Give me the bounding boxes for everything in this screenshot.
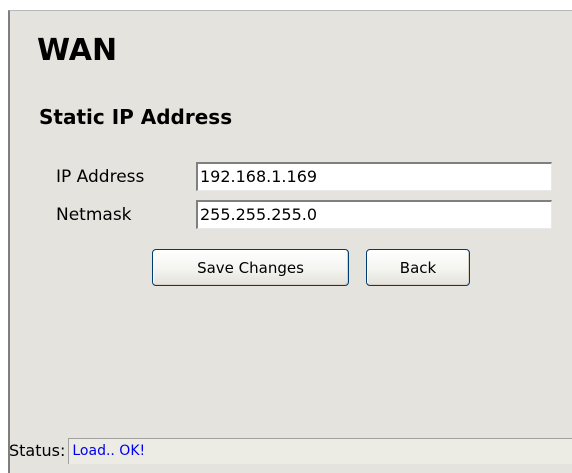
back-button[interactable]: Back xyxy=(366,249,470,286)
netmask-label: Netmask xyxy=(56,205,132,225)
status-value: Load.. OK! xyxy=(68,438,572,464)
wan-config-panel xyxy=(8,10,572,473)
section-title: Static IP Address xyxy=(39,105,233,129)
page-title: WAN xyxy=(37,33,118,68)
netmask-field[interactable]: 255.255.255.0 xyxy=(196,200,552,229)
status-bar: Status: Load.. OK! xyxy=(9,438,572,464)
status-label: Status: xyxy=(9,441,66,460)
save-changes-button[interactable]: Save Changes xyxy=(152,249,349,286)
ip-address-label: IP Address xyxy=(56,167,145,187)
ip-address-field[interactable]: 192.168.1.169 xyxy=(196,162,552,191)
